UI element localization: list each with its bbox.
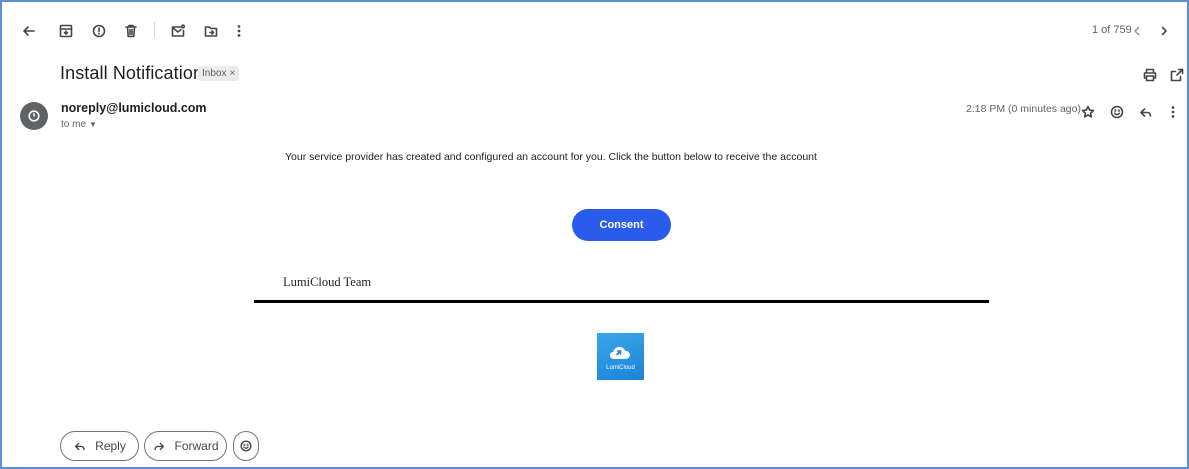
forward-icon [154,442,165,451]
reply-icon [75,442,85,451]
mark-unread-icon[interactable] [167,20,189,42]
reply-label: Reply [95,439,126,453]
sender-info-icon [28,110,40,122]
forward-label: Forward [174,439,219,453]
label-chip-text: Inbox [202,68,227,79]
more-vertical-icon[interactable] [1162,101,1184,123]
label-chip-inbox[interactable]: Inbox × [198,66,240,81]
label-chip-close[interactable]: × [229,68,235,79]
recipient-label: to me [61,119,87,130]
move-to-icon[interactable] [200,20,222,42]
open-in-new-window-icon[interactable] [1166,64,1188,86]
cloud-logo-icon [609,346,630,359]
caret-down-icon: ▼ [89,120,97,129]
emoji-reaction-icon[interactable] [1106,101,1128,123]
email-subject: Install Notification [60,63,204,83]
recipient-toggle[interactable]: to me ▼ [61,119,97,130]
sender-address[interactable]: noreply@lumicloud.com [61,101,207,115]
star-icon[interactable] [1077,101,1099,123]
signature: LumiCloud Team [283,275,372,289]
emoji-button[interactable] [233,431,259,461]
archive-icon[interactable] [55,20,77,42]
reply-icon[interactable] [1135,101,1157,123]
lumicloud-logo: LumiCloud [597,333,644,380]
email-body-text: Your service provider has created and co… [285,151,817,163]
avatar[interactable] [20,102,48,130]
print-icon[interactable] [1139,64,1161,86]
consent-button[interactable]: Consent [572,209,671,241]
arrow-left-icon[interactable] [18,20,40,42]
trash-icon[interactable] [120,20,142,42]
chevron-left-icon[interactable] [1126,20,1148,42]
forward-button[interactable]: Forward [144,431,227,461]
reply-button[interactable]: Reply [60,431,139,461]
logo-text: LumiCloud [606,364,635,371]
toolbar-divider [154,22,155,38]
divider-line [254,300,989,303]
report-spam-icon[interactable] [88,20,110,42]
more-vertical-icon[interactable] [228,20,250,42]
toolbar: 1 of 759 [0,0,1189,60]
chevron-right-icon[interactable] [1153,20,1175,42]
emoji-icon [240,440,252,452]
timestamp: 2:18 PM (0 minutes ago) [966,103,1081,115]
